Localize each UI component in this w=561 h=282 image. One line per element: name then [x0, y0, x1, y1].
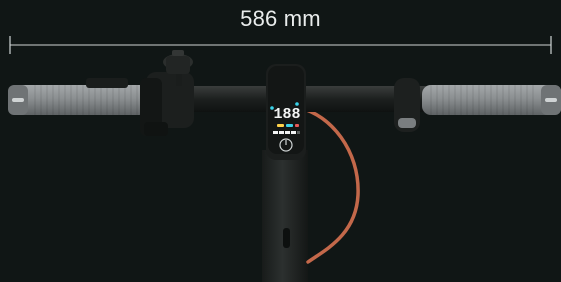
dimension-line — [9, 36, 552, 54]
left-grip — [8, 85, 148, 115]
battery-bar-segment — [273, 131, 278, 134]
battery-bar-segment — [297, 131, 300, 134]
battery-bar-segment — [291, 131, 296, 134]
warning-indicator — [295, 124, 299, 127]
light-indicator — [286, 124, 293, 127]
battery-bar-segment — [279, 131, 284, 134]
mode-indicator — [277, 124, 284, 127]
right-grip — [422, 85, 561, 115]
battery-bar-segment — [285, 131, 290, 134]
speed-readout: 188 — [273, 106, 300, 123]
steering-stem — [262, 150, 308, 282]
product-photo: 586 mm 188 — [0, 0, 561, 282]
throttle-clamp — [394, 78, 420, 132]
brake-cable — [298, 106, 360, 264]
scooter-handlebar-illustration: 188 — [8, 36, 561, 282]
